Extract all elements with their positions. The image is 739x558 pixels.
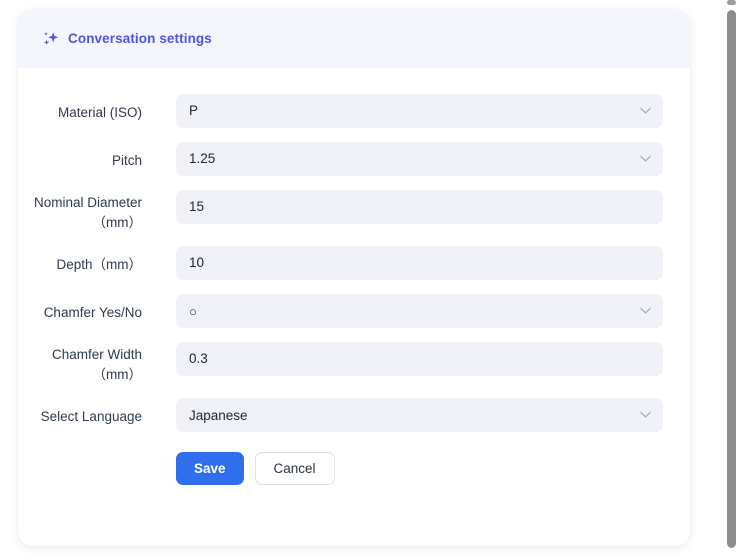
label-select-language: Select Language	[40, 409, 142, 425]
scrollbar-cap	[727, 0, 736, 5]
depth-value: 10	[189, 255, 205, 271]
nominal-diameter-value: 15	[189, 199, 205, 215]
material-value: P	[189, 103, 199, 119]
form-row-nominal-diameter: Nominal Diameter（mm） 15	[18, 190, 690, 232]
field-wrapper-material: P	[176, 94, 663, 128]
pitch-select[interactable]: 1.25	[176, 142, 663, 176]
label-depth: Depth（mm）	[56, 257, 142, 273]
field-wrapper-depth: 10	[176, 246, 663, 281]
label-pitch: Pitch	[111, 153, 142, 168]
form-row-chamfer-width: Chamfer Width（mm） 0.3	[18, 342, 690, 384]
select-language-value: Japanese	[189, 407, 248, 423]
sparkle-icon	[43, 32, 59, 45]
page-scrollbar[interactable]	[724, 0, 739, 558]
field-wrapper-nominal-diameter: 15	[176, 190, 663, 224]
chamfer-yes-no-value: ○	[189, 303, 197, 319]
field-wrapper-pitch: 1.25	[176, 142, 663, 176]
label-material: Material (ISO)	[57, 105, 142, 120]
label-nominal-diameter: Nominal Diameter（mm）	[33, 195, 142, 230]
depth-input[interactable]: 10	[176, 246, 663, 281]
cancel-button[interactable]: Cancel	[254, 452, 335, 486]
pitch-value: 1.25	[189, 151, 216, 167]
form-row-chamfer-yes-no: Chamfer Yes/No ○	[18, 294, 690, 329]
chamfer-width-input[interactable]: 0.3	[176, 342, 663, 377]
card-header: Conversation settings	[18, 10, 690, 68]
save-button[interactable]: Save	[176, 452, 244, 486]
form-row-pitch: Pitch 1.25	[18, 142, 690, 176]
chamfer-yes-no-select[interactable]: ○	[176, 294, 663, 329]
chamfer-width-value: 0.3	[189, 351, 208, 367]
label-chamfer-yes-no: Chamfer Yes/No	[43, 305, 142, 321]
page-title: Conversation settings	[68, 31, 212, 47]
material-select[interactable]: P	[176, 94, 663, 128]
form-actions: Save Cancel	[176, 452, 690, 486]
conversation-settings-card: Conversation settings Material (ISO) P P…	[18, 10, 690, 546]
field-wrapper-chamfer-width: 0.3	[176, 342, 663, 377]
label-chamfer-width: Chamfer Width（mm）	[51, 347, 142, 382]
select-language-select[interactable]: Japanese	[176, 398, 663, 433]
form-row-select-language: Select Language Japanese	[18, 398, 690, 433]
field-wrapper-chamfer-yes-no: ○	[176, 294, 663, 329]
form-row-material: Material (ISO) P	[18, 94, 690, 128]
nominal-diameter-input[interactable]: 15	[176, 190, 663, 224]
field-wrapper-select-language: Japanese	[176, 398, 663, 433]
form-row-depth: Depth（mm） 10	[18, 246, 690, 281]
scrollbar-thumb[interactable]	[727, 10, 736, 548]
settings-form: Material (ISO) P Pitch 1.25 Nominal Diam…	[18, 68, 690, 486]
